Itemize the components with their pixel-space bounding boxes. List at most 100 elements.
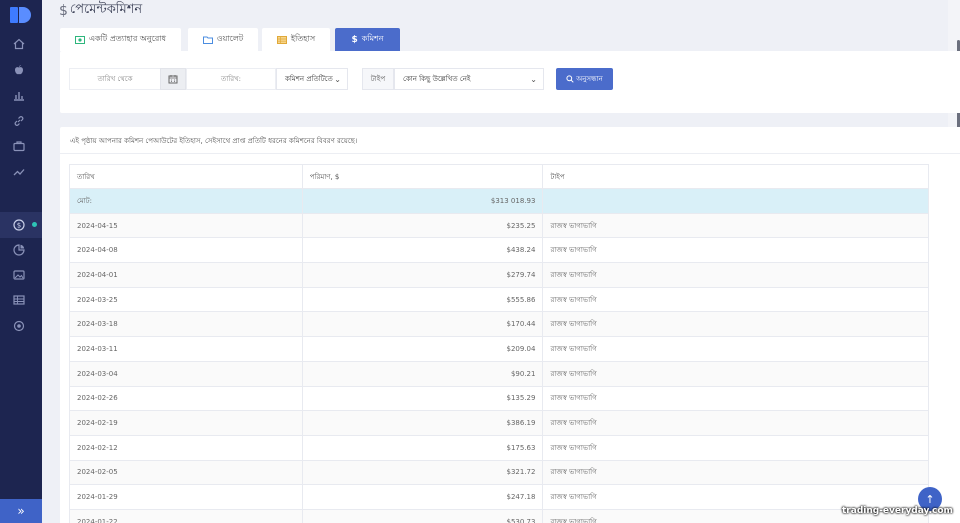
cell-type: রাজস্ব ভাগাভাগি [542, 360, 929, 387]
dollar-circle-icon[interactable]: $ [12, 218, 26, 232]
calendar-icon[interactable] [160, 68, 186, 90]
cell-date: 2024-03-25 [69, 286, 303, 313]
search-icon [566, 75, 574, 83]
tab-label: ওয়ালেট [216, 34, 244, 43]
svg-text:$: $ [17, 222, 21, 230]
cell-amount: $235.25 [301, 212, 544, 239]
cell-date: 2024-02-19 [69, 410, 303, 436]
table-row: 2024-03-04 $90.21 রাজস্ব ভাগাভাগি [69, 360, 929, 387]
cell-amount: $135.29 [301, 385, 544, 412]
table-row: 2024-01-29 $247.18 রাজস্ব ভাগাভাগি [69, 484, 929, 510]
table-icon [276, 35, 287, 44]
total-amount: $313 018.93 [301, 188, 544, 214]
tab-withdrawal-request[interactable]: একটি প্রত্যাহার অনুরোধ [60, 28, 181, 51]
active-indicator [32, 222, 37, 227]
sidebar: $ » [0, 0, 42, 523]
cell-amount: $555.86 [301, 286, 544, 313]
tab-commission[interactable]: $ কমিশন [335, 28, 400, 51]
briefcase-icon[interactable] [12, 139, 26, 153]
folder-icon [202, 36, 213, 44]
watermark: trading-everyday.com [842, 506, 953, 516]
trend-icon[interactable] [12, 165, 26, 179]
image-icon[interactable] [12, 268, 26, 282]
cell-date: 2024-02-12 [69, 434, 303, 461]
cell-amount: $175.63 [301, 434, 544, 461]
table-row: 2024-04-01 $279.74 রাজস্ব ভাগাভাগি [69, 262, 929, 288]
cell-amount: $209.04 [301, 336, 544, 362]
pie-chart-icon[interactable] [12, 243, 26, 257]
table-row: 2024-04-08 $438.24 রাজস্ব ভাগাভাগি [69, 237, 929, 264]
cell-type: রাজস্ব ভাগাভাগি [542, 434, 929, 461]
tab-history[interactable]: ইতিহাস [262, 28, 330, 51]
cell-amount: $279.74 [301, 262, 544, 288]
table-icon[interactable] [12, 293, 26, 307]
home-icon[interactable] [12, 37, 26, 51]
link-icon[interactable] [12, 114, 26, 128]
cell-amount: $438.24 [301, 237, 544, 264]
support-icon[interactable] [12, 319, 26, 333]
logo-icon[interactable] [10, 6, 32, 24]
dollar-icon: $ [351, 34, 358, 45]
cell-type: রাজস্ব ভাগাভাগি [542, 262, 929, 288]
cell-date: 2024-04-01 [69, 262, 303, 288]
table-row: 2024-02-26 $135.29 রাজস্ব ভাগাভাগি [69, 385, 929, 412]
total-type [542, 188, 929, 214]
column-header-type[interactable]: টাইপ [542, 164, 929, 189]
table-row: 2024-04-15 $235.25 রাজস্ব ভাগাভাগি [69, 212, 929, 239]
type-select[interactable]: কোন কিছু উল্লেখিত নেই ⌄ [394, 68, 544, 90]
commission-period-select[interactable]: কমিশন প্রতিটিতে ⌄ [276, 68, 348, 90]
type-select-value: কোন কিছু উল্লেখিত নেই [403, 75, 471, 83]
cell-type: রাজস্ব ভাগাভাগি [542, 336, 929, 362]
tab-label: কমিশন [361, 34, 384, 43]
date-from-placeholder: তারিখ থেকে [97, 75, 133, 83]
table-header-row: তারিখ পরিমাণ, $ টাইপ [69, 164, 929, 189]
cell-date: 2024-03-04 [69, 360, 303, 387]
cell-date: 2024-04-08 [69, 237, 303, 264]
commission-table: তারিখ পরিমাণ, $ টাইপ মোট: $313 018.93 20… [69, 164, 929, 523]
table-row: 2024-01-22 $530.73 রাজস্ব ভাগাভাগি [69, 508, 929, 523]
tab-wallet[interactable]: ওয়ালেট [188, 28, 258, 51]
cell-date: 2024-01-29 [69, 484, 303, 510]
chevron-down-icon: ⌄ [530, 75, 537, 84]
total-label: মোট: [69, 188, 303, 214]
cell-amount: $170.44 [301, 311, 544, 338]
cell-date: 2024-02-26 [69, 385, 303, 412]
date-to-input[interactable]: তারিখ: [186, 68, 276, 90]
cash-icon [74, 35, 85, 44]
search-button[interactable]: অনুসন্ধান [556, 68, 613, 90]
cell-amount: $530.73 [301, 508, 544, 523]
column-header-amount[interactable]: পরিমাণ, $ [301, 164, 544, 189]
table-row: 2024-03-18 $170.44 রাজস্ব ভাগাভাগি [69, 311, 929, 338]
page-description: এই পৃষ্ঠায় আপনার কমিশন পেআউটের ইতিহাস, … [70, 137, 358, 145]
sidebar-expand-button[interactable]: » [0, 499, 42, 523]
apple-icon[interactable] [12, 63, 26, 77]
search-button-label: অনুসন্ধান [576, 75, 603, 83]
title-dollar-icon: $ [59, 2, 68, 19]
divider [60, 153, 960, 154]
cell-date: 2024-01-22 [69, 508, 303, 523]
table-row: 2024-02-05 $321.72 রাজস্ব ভাগাভাগি [69, 459, 929, 486]
tab-label: ইতিহাস [290, 34, 316, 43]
cell-date: 2024-04-15 [69, 212, 303, 239]
table-row: 2024-03-11 $209.04 রাজস্ব ভাগাভাগি [69, 336, 929, 362]
tab-label: একটি প্রত্যাহার অনুরোধ [88, 34, 167, 43]
table-row: 2024-03-25 $555.86 রাজস্ব ভাগাভাগি [69, 286, 929, 313]
cell-type: রাজস্ব ভাগাভাগি [542, 212, 929, 239]
cell-type: রাজস্ব ভাগাভাগি [542, 410, 929, 436]
cell-type: রাজস্ব ভাগাভাগি [542, 385, 929, 412]
page-title: $ পেমেন্টকমিশন [59, 0, 142, 21]
table-row: 2024-02-19 $386.19 রাজস্ব ভাগাভাগি [69, 410, 929, 436]
bar-chart-icon[interactable] [12, 88, 26, 102]
page-title-text: পেমেন্টকমিশন [69, 2, 143, 17]
total-row: মোট: $313 018.93 [69, 188, 929, 214]
cell-date: 2024-03-18 [69, 311, 303, 338]
table-row: 2024-02-12 $175.63 রাজস্ব ভাগাভাগি [69, 434, 929, 461]
commission-period-value: কমিশন প্রতিটিতে [285, 75, 333, 83]
date-to-placeholder: তারিখ: [220, 75, 242, 83]
chevron-down-icon: ⌄ [334, 75, 341, 84]
type-label: টাইপ [362, 68, 394, 90]
column-header-date[interactable]: তারিখ [69, 164, 303, 189]
cell-amount: $386.19 [301, 410, 544, 436]
date-from-input[interactable]: তারিখ থেকে [69, 68, 161, 90]
cell-type: রাজস্ব ভাগাভাগি [542, 459, 929, 486]
